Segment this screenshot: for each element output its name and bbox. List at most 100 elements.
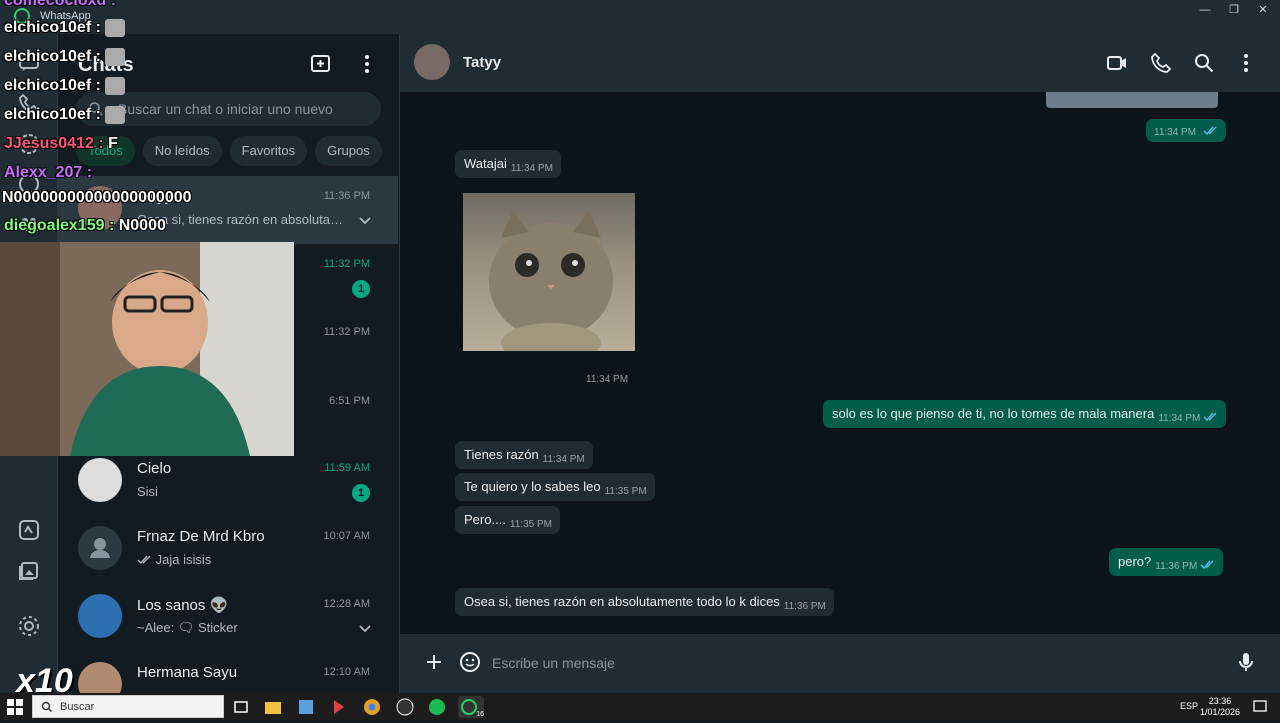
message-text: Te quiero y lo sabes leo — [464, 479, 601, 494]
media-gallery-icon[interactable] — [17, 558, 41, 582]
settings-icon[interactable] — [17, 614, 41, 638]
emote-icon — [105, 106, 126, 124]
overlay-message: F — [108, 135, 118, 152]
message-input[interactable]: Escribe un mensaje — [480, 644, 1210, 682]
search-icon[interactable] — [1193, 52, 1215, 74]
chat-time: 12:10 AM — [323, 666, 370, 678]
image-timestamp: 11:34 PM — [578, 366, 636, 389]
filter-chips: Todos No leídos Favoritos Grupos — [76, 136, 382, 166]
taskbar-clock[interactable]: 23:36 1/01/2026 — [1200, 696, 1240, 718]
default-avatar-icon — [78, 526, 122, 570]
taskbar-search-label: Buscar — [60, 701, 95, 713]
contact-name[interactable]: Tatyy — [463, 54, 501, 71]
whatsapp-taskbar-button[interactable]: 16 — [458, 696, 484, 718]
message-time: 11:34 PM — [510, 163, 553, 174]
whatsapp-badge: 16 — [476, 711, 484, 718]
microphone-icon[interactable] — [1234, 650, 1258, 674]
notifications-icon[interactable] — [1252, 699, 1268, 715]
message-bubble-out[interactable]: solo es lo que pienso de ti, no lo tomes… — [823, 400, 1227, 428]
taskbar: Buscar 16 ESP 23:36 1/01/2026 — [0, 693, 1280, 720]
emote-icon — [105, 19, 126, 37]
double-check-icon — [137, 555, 151, 565]
taskbar-search[interactable]: Buscar — [32, 695, 224, 718]
app-icon[interactable] — [295, 696, 317, 718]
chat-preview: ~Alee: 🗨 Sticker — [137, 620, 238, 635]
message-bubble-in[interactable]: Tienes razón 11:34 PM — [455, 441, 593, 469]
message-time: 11:36 PM — [1155, 561, 1198, 572]
received-image-cat[interactable] — [463, 193, 635, 351]
message-text: Pero.... — [464, 512, 506, 527]
chat-time: 10:07 AM — [323, 530, 370, 542]
chrome-icon[interactable] — [361, 696, 383, 718]
chat-item-los-sanos[interactable]: Los sanos 👽 12:28 AM ~Alee: 🗨 Sticker — [58, 584, 398, 652]
message-bubble-out[interactable]: pero? 11:36 PM — [1109, 548, 1224, 576]
chat-time: 11:32 PM — [323, 258, 370, 270]
title-bar: WhatsApp — ❐ ✕ — [0, 0, 1280, 34]
filter-grupos[interactable]: Grupos — [315, 136, 382, 166]
message-bubble-in[interactable]: Pero.... 11:35 PM — [455, 506, 560, 534]
contact-avatar[interactable] — [414, 44, 450, 80]
overlay-chat-line: comecocioxd : — [4, 0, 116, 10]
message-text: Tienes razón — [464, 447, 539, 462]
sent-image[interactable] — [1046, 92, 1218, 108]
overlay-user: Alexx_207 — [4, 164, 83, 181]
overlay-chat-line: elchico10ef : — [4, 106, 126, 124]
language-indicator[interactable]: ESP — [1180, 701, 1198, 711]
overlay-user: diegoalex159 — [4, 217, 105, 234]
message-bubble-in[interactable]: Te quiero y lo sabes leo 11:35 PM — [455, 473, 655, 501]
search-placeholder: Buscar un chat o iniciar uno nuevo — [118, 101, 333, 117]
message-bubble-in[interactable]: Watajai 11:34 PM — [455, 150, 561, 178]
chat-time: 11:32 PM — [323, 326, 370, 338]
chat-preview: Sisi — [137, 484, 158, 499]
chat-time: 11:36 PM — [323, 190, 370, 202]
message-bubble-in[interactable]: Osea si, tienes razón en absolutamente t… — [455, 588, 834, 616]
chat-name: Los sanos 👽 — [137, 597, 229, 614]
chat-item-hermana-sayu[interactable]: Hermana Sayu 12:10 AM — [58, 652, 398, 693]
chat-preview: Osea si, tienes razón en absolutam... — [137, 212, 347, 227]
chevron-down-icon[interactable] — [358, 214, 372, 228]
file-explorer-icon[interactable] — [262, 696, 284, 718]
unread-badge: 1 — [352, 484, 370, 502]
message-bubble-out[interactable]: 11:34 PM — [1146, 119, 1226, 142]
message-list[interactable]: 11:34 PM Watajai 11:34 PM 11:34 PM solo … — [400, 92, 1280, 632]
menu-kebab-icon[interactable] — [354, 51, 380, 77]
app-icon[interactable] — [328, 696, 350, 718]
meta-ai-icon[interactable] — [17, 518, 41, 542]
chat-item-cielo[interactable]: Cielo 11:59 AM Sisi 1 — [58, 448, 398, 516]
emote-icon — [105, 48, 126, 66]
filter-favoritos[interactable]: Favoritos — [229, 136, 308, 166]
video-call-icon[interactable] — [1106, 52, 1128, 74]
filter-no-leidos[interactable]: No leídos — [142, 136, 222, 166]
voice-call-icon[interactable] — [1150, 52, 1172, 74]
conversation-panel: Tatyy 11:34 PM Watajai 11:34 PM 11:34 PM… — [400, 34, 1280, 693]
chevron-down-icon[interactable] — [358, 622, 372, 636]
message-time: 11:35 PM — [604, 486, 647, 497]
avatar — [78, 458, 122, 502]
windows-start-icon[interactable] — [6, 698, 24, 716]
chat-name: Cielo — [137, 460, 172, 477]
clock-time: 23:36 — [1208, 696, 1232, 706]
chat-name: Hermana Sayu — [137, 664, 238, 681]
menu-kebab-icon[interactable] — [1235, 52, 1257, 74]
avatar — [78, 594, 122, 638]
obs-icon[interactable] — [394, 696, 416, 718]
sticker-emoji-icon[interactable] — [458, 650, 482, 674]
close-button[interactable]: ✕ — [1246, 2, 1280, 18]
overlay-chat-line: JJesus0412 : F — [4, 135, 118, 152]
overlay-chat-line: elchico10ef : — [4, 48, 126, 66]
task-view-icon[interactable] — [230, 696, 252, 718]
spotify-icon[interactable] — [426, 696, 448, 718]
cat-photo-icon — [489, 210, 613, 351]
double-check-icon — [1200, 560, 1214, 569]
search-icon — [41, 701, 52, 712]
avatar — [78, 662, 122, 693]
chat-item-frnaz[interactable]: Frnaz De Mrd Kbro 10:07 AM Jaja isisis — [58, 516, 398, 584]
attach-plus-icon[interactable] — [422, 650, 446, 674]
new-chat-icon[interactable] — [308, 51, 334, 77]
overlay-message: N00000000000000000000 — [2, 189, 192, 206]
message-time: 11:34 PM — [542, 454, 585, 465]
overlay-user: elchico10ef — [4, 77, 92, 95]
chat-name: Frnaz De Mrd Kbro — [137, 528, 265, 545]
chat-time: 6:51 PM — [329, 395, 370, 407]
conversation-header[interactable]: Tatyy — [400, 34, 1280, 92]
